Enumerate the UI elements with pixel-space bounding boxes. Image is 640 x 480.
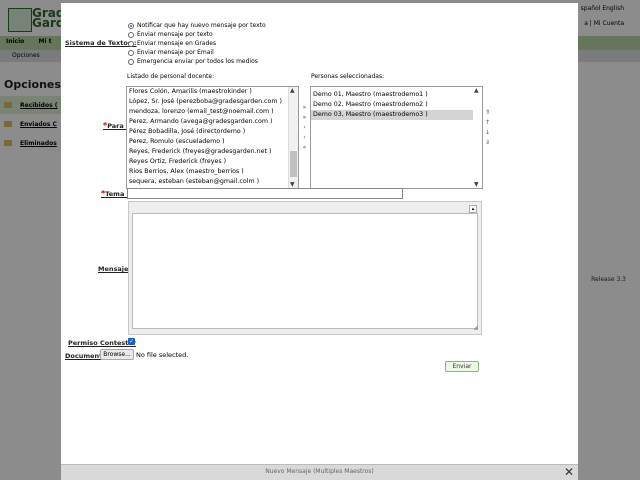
message-textarea[interactable] bbox=[132, 213, 478, 329]
selected-item[interactable]: Demo 01, Maestro (maestrodemo1 ) bbox=[311, 90, 482, 100]
selected-list-label: Personas seleccionadas: bbox=[311, 73, 385, 80]
scroll-down-icon[interactable]: ▼ bbox=[290, 181, 295, 188]
staff-list[interactable]: Flores Colón, Amarilis (maestrokinder ) … bbox=[126, 86, 299, 189]
staff-item[interactable]: Pérez Bobadilla, José (directordemo ) bbox=[127, 127, 298, 137]
selected-item-highlighted[interactable]: Demo 03, Maestro (maestrodemo3 ) bbox=[311, 110, 482, 120]
staff-item[interactable]: López, Sr. José (perezboba@gradesgarden.… bbox=[127, 97, 298, 107]
move-bottom-icon[interactable]: ⇓ bbox=[484, 139, 491, 146]
staff-list-label: Listado de personal docente: bbox=[127, 73, 215, 80]
radio-button[interactable] bbox=[128, 22, 134, 29]
close-icon[interactable]: ✕ bbox=[564, 465, 574, 479]
staff-item[interactable]: Reyes Ortiz, Frederick (freyes ) bbox=[127, 157, 298, 167]
sms-option-grades[interactable]: Enviar mensaje en Grades bbox=[128, 40, 216, 47]
permiso-contestar-label: Permiso Contestar bbox=[68, 339, 136, 347]
radio-button[interactable] bbox=[128, 58, 134, 65]
staff-item[interactable]: Flores Colón, Amarilis (maestrokinder ) bbox=[127, 87, 298, 97]
radio-button[interactable] bbox=[128, 40, 134, 47]
staff-item[interactable]: Rios Berrios, Alex (maestro_berrios ) bbox=[127, 167, 298, 177]
sms-option-email[interactable]: Enviar mensaje por Email bbox=[128, 49, 214, 56]
file-status: No file selected. bbox=[136, 351, 189, 359]
dialog-title: Nuevo Mensaje (Multiples Maestros) bbox=[265, 468, 374, 475]
add-icon[interactable]: » bbox=[301, 114, 308, 121]
move-up-icon[interactable]: ↑ bbox=[484, 119, 491, 126]
scroll-down-icon[interactable]: ▼ bbox=[474, 181, 479, 188]
new-message-dialog: Sistema de Textos : Notificar que hay nu… bbox=[61, 3, 578, 480]
sms-option-emergencia[interactable]: Emergencia enviar por todos los medios bbox=[128, 58, 258, 65]
permiso-contestar-checkbox[interactable]: ✓ bbox=[128, 338, 135, 345]
move-down-icon[interactable]: ↓ bbox=[484, 129, 491, 136]
tema-input[interactable] bbox=[127, 188, 403, 199]
remove-selected-icon[interactable]: ‹ bbox=[301, 134, 308, 141]
staff-list-scrollbar[interactable]: ▲ ▼ bbox=[288, 87, 298, 188]
message-editor: ▴ ◢ bbox=[128, 201, 482, 335]
add-selected-icon[interactable]: › bbox=[301, 124, 308, 131]
dialog-footer: Nuevo Mensaje (Multiples Maestros) ✕ bbox=[61, 464, 578, 480]
add-all-icon[interactable]: » bbox=[301, 104, 308, 111]
browse-button[interactable]: Browse... bbox=[100, 349, 134, 360]
remove-all-icon[interactable]: « bbox=[301, 144, 308, 151]
staff-item[interactable]: Perez, Romulo (escuelademo ) bbox=[127, 137, 298, 147]
sistema-textos-label: Sistema de Textos : bbox=[65, 39, 137, 47]
radio-button[interactable] bbox=[128, 31, 134, 38]
staff-item[interactable]: Reyes, Frederick (freyes@gradesgarden.ne… bbox=[127, 147, 298, 157]
staff-item[interactable]: Perez, Armando (avega@gradesgarden.com ) bbox=[127, 117, 298, 127]
staff-item[interactable]: mendoza, lorenzo (email_test@noemail.com… bbox=[127, 107, 298, 117]
sms-option-texto[interactable]: Enviar mensaje por texto bbox=[128, 31, 213, 38]
sms-option-notificar[interactable]: Notificar que hay nuevo mensaje por text… bbox=[128, 22, 266, 29]
scroll-up-icon[interactable]: ▲ bbox=[474, 87, 479, 94]
move-top-icon[interactable]: ⇑ bbox=[484, 109, 491, 116]
tema-label: *Tema : bbox=[101, 189, 130, 198]
radio-button[interactable] bbox=[128, 49, 134, 56]
editor-toolbar-toggle-icon[interactable]: ▴ bbox=[469, 205, 477, 213]
selected-item[interactable]: Demo 02, Maestro (maestrodemo2 ) bbox=[311, 100, 482, 110]
scroll-up-icon[interactable]: ▲ bbox=[290, 87, 295, 94]
para-label: *Para : bbox=[103, 121, 129, 130]
resize-grip-icon[interactable]: ◢ bbox=[473, 324, 478, 331]
selected-list-scrollbar[interactable]: ▲ ▼ bbox=[473, 87, 482, 188]
enviar-button[interactable]: Enviar bbox=[445, 361, 479, 372]
staff-item[interactable]: sequera, esteban (esteban@gmail.colm ) bbox=[127, 177, 298, 187]
mensaje-label: Mensaje bbox=[98, 265, 129, 273]
selected-list[interactable]: Demo 01, Maestro (maestrodemo1 ) Demo 02… bbox=[310, 86, 483, 189]
scroll-thumb[interactable] bbox=[290, 151, 297, 177]
